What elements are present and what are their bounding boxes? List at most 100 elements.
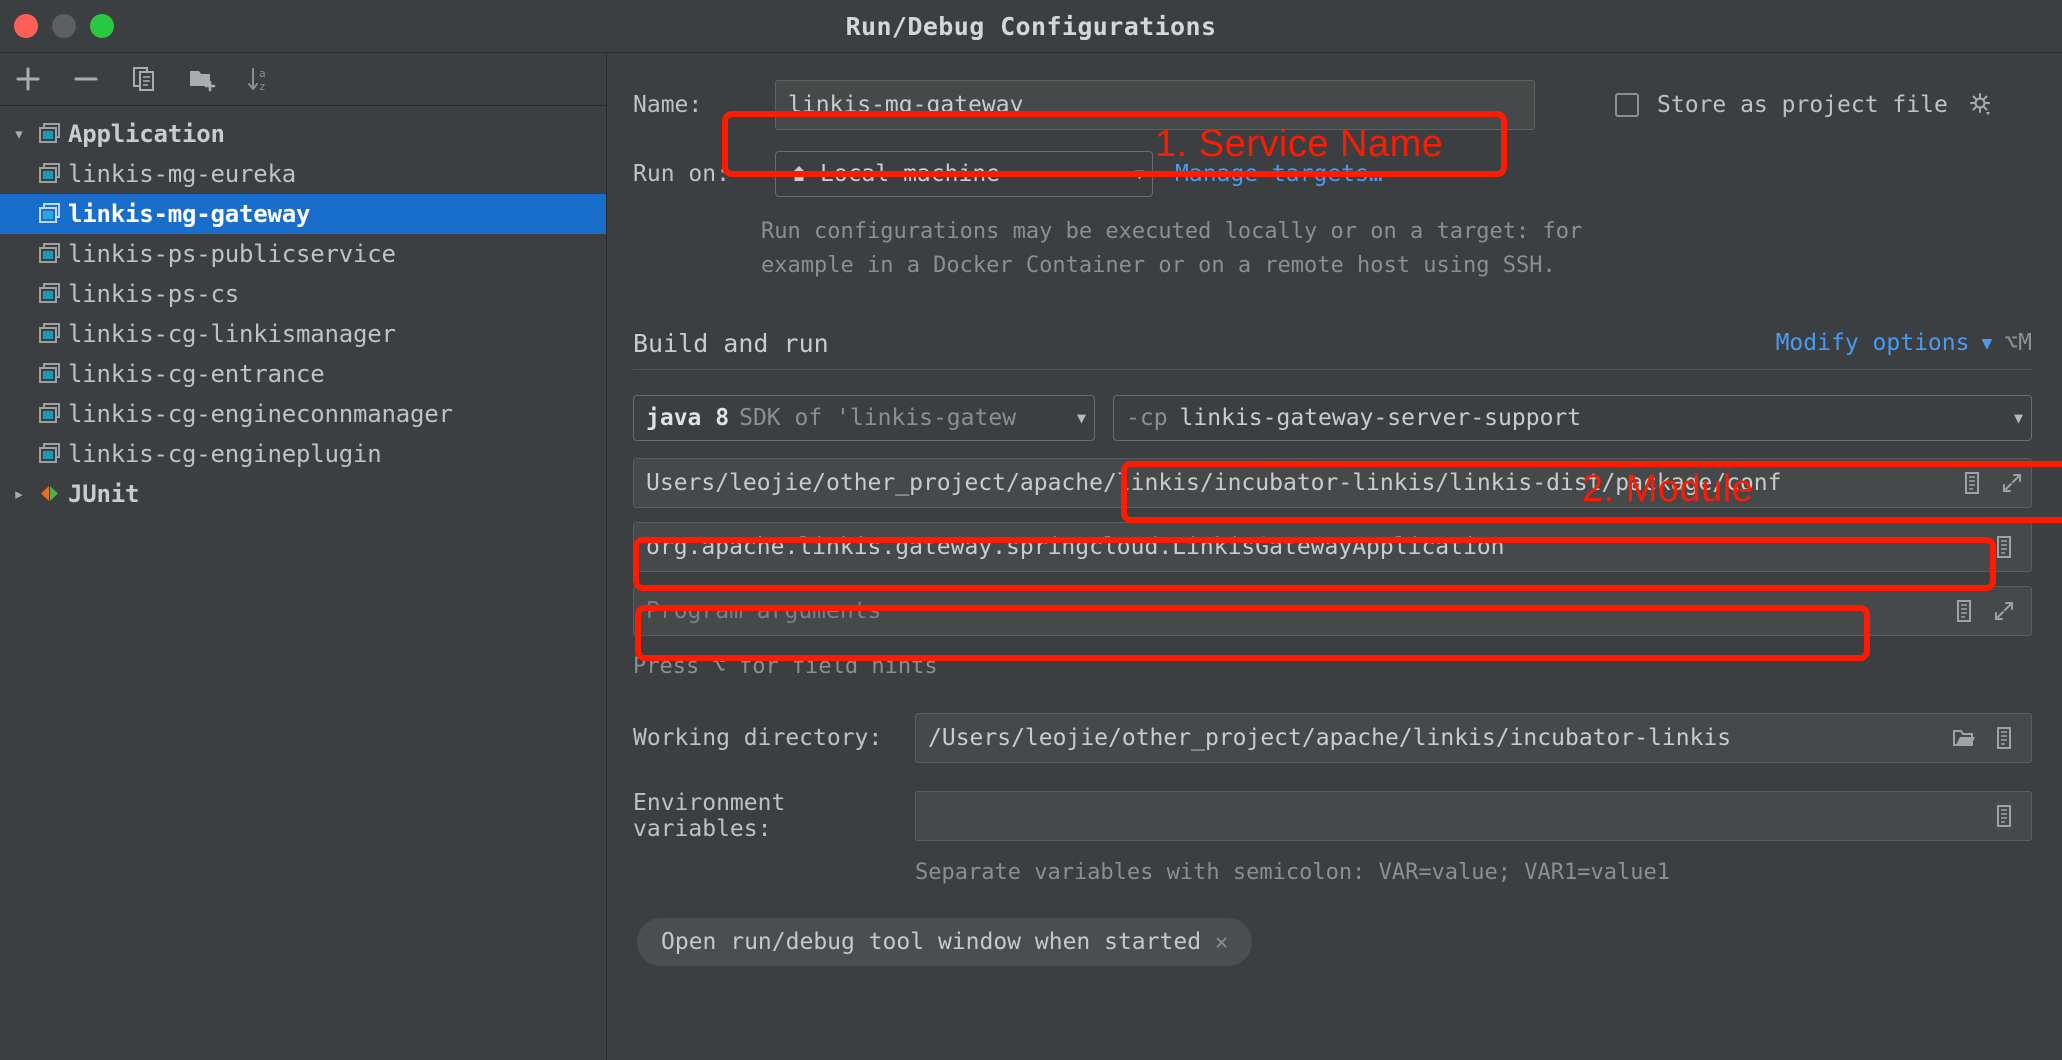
program-arguments-placeholder: Program arguments (646, 598, 881, 624)
jdk-module-row: java 8 SDK of 'linkis-gatew ▼ -cp linkis… (633, 392, 2032, 444)
main-class-input[interactable]: org.apache.linkis.gateway.springcloud.Li… (633, 522, 2032, 572)
configuration-form: Name: linkis-mg-gateway Store as project… (607, 53, 2062, 966)
modify-options-link[interactable]: Modify options (1776, 330, 1970, 356)
application-icon (32, 161, 68, 187)
chevron-down-icon[interactable]: ▾ (6, 123, 32, 145)
annotation-label-module: 2. Module (1582, 468, 1753, 511)
store-as-project-file-checkbox[interactable] (1615, 93, 1639, 117)
tree-item-linkis-cg-engineplugin[interactable]: linkis-cg-engineplugin (0, 434, 606, 474)
tree-group-application[interactable]: ▾ Application (0, 114, 606, 154)
store-as-project-file-label: Store as project file (1657, 92, 1948, 118)
vm-options-row: Users/leojie/other_project/apache/linkis… (633, 458, 2032, 508)
tree-item-linkis-ps-publicservice[interactable]: linkis-ps-publicservice (0, 234, 606, 274)
add-configuration-button[interactable] (10, 61, 46, 97)
build-and-run-header: Build and run Modify options ▼ ⌥M (633, 321, 2032, 365)
module-value: linkis-gateway-server-support (1180, 405, 1582, 431)
working-directory-value: /Users/leojie/other_project/apache/linki… (928, 725, 1731, 751)
tree-group-label: JUnit (68, 480, 139, 508)
run-on-hint-line-2: example in a Docker Container or on a re… (761, 249, 2032, 283)
run-debug-configurations-window: Run/Debug Configurations (0, 0, 2062, 1060)
browse-main-class-icon[interactable] (1989, 535, 2019, 559)
working-directory-label: Working directory: (633, 725, 915, 751)
run-on-label: Run on: (633, 161, 775, 187)
expand-editor-icon[interactable] (1949, 599, 1979, 623)
configuration-editor: Name: linkis-mg-gateway Store as project… (607, 53, 2062, 1060)
jdk-value-name: java 8 (646, 405, 729, 431)
tree-item-label: linkis-mg-eureka (68, 160, 296, 188)
environment-variables-label: Environment variables: (633, 790, 915, 842)
tree-item-linkis-cg-entrance[interactable]: linkis-cg-entrance (0, 354, 606, 394)
configurations-sidebar: a z ▾ Application (0, 53, 607, 1060)
vm-options-input[interactable]: Users/leojie/other_project/apache/linkis… (633, 458, 2032, 508)
tree-item-label: linkis-ps-publicservice (68, 240, 396, 268)
application-icon (32, 441, 68, 467)
run-on-hint-line-1: Run configurations may be executed local… (761, 215, 2032, 249)
main-class-row: org.apache.linkis.gateway.springcloud.Li… (633, 522, 2032, 572)
tree-item-label: linkis-cg-entrance (68, 360, 325, 388)
run-on-target-select[interactable]: Local machine ▼ (775, 151, 1153, 197)
chevron-right-icon[interactable]: ▸ (6, 483, 32, 505)
junit-icon (32, 481, 68, 507)
sort-az-icon[interactable]: a z (242, 61, 278, 97)
section-divider (633, 369, 2032, 370)
sidebar-toolbar: a z (0, 53, 606, 106)
tree-item-linkis-ps-cs[interactable]: linkis-ps-cs (0, 274, 606, 314)
tree-item-linkis-cg-linkismanager[interactable]: linkis-cg-linkismanager (0, 314, 606, 354)
tree-item-linkis-mg-eureka[interactable]: linkis-mg-eureka (0, 154, 606, 194)
annotation-label-service-name: 1. Service Name (1155, 123, 1443, 166)
chevron-down-icon[interactable]: ▼ (1981, 333, 1992, 354)
expand-arrows-icon[interactable] (1989, 600, 2019, 622)
svg-text:z: z (259, 80, 266, 93)
chevron-down-icon[interactable]: ▼ (2004, 409, 2023, 427)
tree-item-linkis-cg-engineconnmanager[interactable]: linkis-cg-engineconnmanager (0, 394, 606, 434)
program-arguments-input[interactable]: Program arguments (633, 586, 2032, 636)
program-arguments-row: Program arguments (633, 586, 2032, 636)
expand-editor-icon[interactable] (1989, 804, 2019, 828)
tree-item-label: linkis-mg-gateway (68, 200, 310, 228)
application-icon (32, 321, 68, 347)
tree-item-label: linkis-cg-engineplugin (68, 440, 381, 468)
name-label: Name: (633, 92, 775, 118)
title-bar: Run/Debug Configurations (0, 0, 2062, 53)
close-icon[interactable]: ✕ (1215, 930, 1228, 955)
expand-arrows-icon[interactable] (1997, 472, 2027, 494)
open-run-debug-tool-window-chip[interactable]: Open run/debug tool window when started … (637, 918, 1252, 966)
chevron-down-icon[interactable]: ▼ (1125, 165, 1144, 183)
run-on-value: Local machine (820, 161, 1000, 187)
tree-item-label: linkis-ps-cs (68, 280, 239, 308)
tree-item-label: linkis-cg-engineconnmanager (68, 400, 453, 428)
application-icon (32, 281, 68, 307)
svg-text:a: a (259, 67, 266, 80)
modify-options-shortcut: ⌥M (2004, 330, 2032, 356)
tree-item-linkis-mg-gateway[interactable]: linkis-mg-gateway (0, 194, 606, 234)
environment-variables-input[interactable] (915, 791, 2032, 841)
working-directory-input[interactable]: /Users/leojie/other_project/apache/linki… (915, 713, 2032, 763)
jdk-select[interactable]: java 8 SDK of 'linkis-gatew ▼ (633, 395, 1095, 441)
working-directory-row: Working directory: /Users/leojie/other_p… (633, 712, 2032, 764)
home-icon (788, 163, 810, 185)
window-title: Run/Debug Configurations (0, 12, 2062, 41)
folder-browse-icon[interactable] (1949, 727, 1979, 749)
gear-icon[interactable] (1966, 92, 1996, 118)
window-body: a z ▾ Application (0, 53, 2062, 1060)
application-icon (32, 201, 68, 227)
application-icon (32, 401, 68, 427)
module-select[interactable]: -cp linkis-gateway-server-support ▼ (1113, 395, 2032, 441)
run-on-hint: Run configurations may be executed local… (761, 215, 2032, 283)
tree-group-junit[interactable]: ▸ JUnit (0, 474, 606, 514)
remove-configuration-button[interactable] (68, 61, 104, 97)
chevron-down-icon[interactable]: ▼ (1067, 409, 1086, 427)
folder-add-icon[interactable] (184, 61, 220, 97)
expand-editor-icon[interactable] (1957, 471, 1987, 495)
environment-variables-hint: Separate variables with semicolon: VAR=v… (915, 856, 2032, 890)
expand-editor-icon[interactable] (1989, 726, 2019, 750)
main-class-value: org.apache.linkis.gateway.springcloud.Li… (646, 534, 1505, 560)
build-and-run-title: Build and run (633, 329, 829, 358)
field-hints-text: Press ⌥ for field hints (633, 650, 2032, 684)
tree-item-label: linkis-cg-linkismanager (68, 320, 396, 348)
tree-group-label: Application (68, 120, 225, 148)
copy-configuration-icon[interactable] (126, 61, 162, 97)
environment-variables-row: Environment variables: (633, 790, 2032, 842)
jdk-value-description: SDK of 'linkis-gatew (739, 405, 1016, 431)
option-chip-label: Open run/debug tool window when started (661, 929, 1201, 955)
